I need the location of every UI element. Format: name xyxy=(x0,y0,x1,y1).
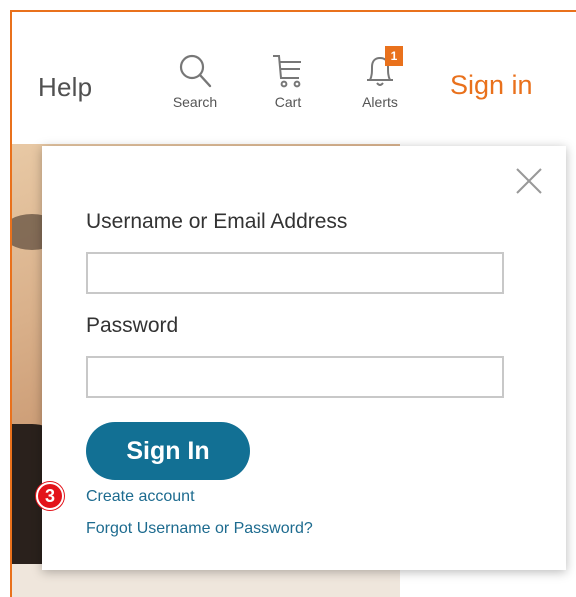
create-account-link[interactable]: Create account xyxy=(86,488,195,506)
alerts-count-badge: 1 xyxy=(385,46,403,66)
step-number-badge: 3 xyxy=(36,482,64,510)
alerts-label: Alerts xyxy=(362,94,398,110)
login-dropdown: Username or Email Address Password Sign … xyxy=(42,146,566,570)
search-label: Search xyxy=(172,94,218,110)
password-label: Password xyxy=(86,314,179,337)
cart-label: Cart xyxy=(274,94,302,110)
cart-button[interactable]: Cart xyxy=(253,52,323,110)
username-label: Username or Email Address xyxy=(86,210,348,233)
site-header: Help Search Cart 1 Alerts Sign in xyxy=(12,12,576,144)
close-button[interactable] xyxy=(514,166,544,196)
search-button[interactable]: Search xyxy=(160,52,230,110)
alerts-button[interactable]: 1 Alerts xyxy=(345,46,415,110)
password-input[interactable] xyxy=(86,356,504,398)
header-sign-in-link[interactable]: Sign in xyxy=(450,70,533,101)
page-frame: Help Search Cart 1 Alerts Sign in Userna… xyxy=(10,10,576,597)
username-input[interactable] xyxy=(86,252,504,294)
help-link[interactable]: Help xyxy=(38,72,92,103)
forgot-credentials-link[interactable]: Forgot Username or Password? xyxy=(86,520,313,538)
cart-icon xyxy=(273,55,301,88)
sign-in-button[interactable]: Sign In xyxy=(86,422,250,480)
close-icon xyxy=(516,168,542,194)
search-icon xyxy=(179,54,212,88)
